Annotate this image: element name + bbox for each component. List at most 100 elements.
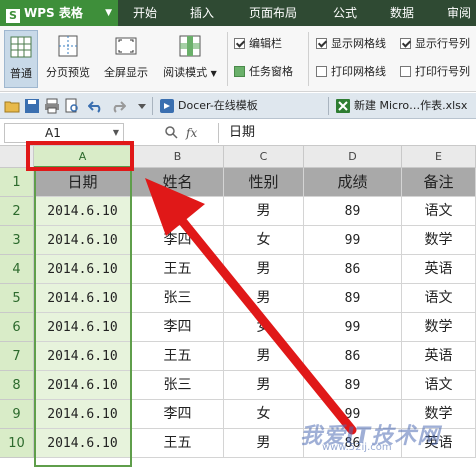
table-cell[interactable]: 语文 bbox=[402, 284, 476, 313]
formula-input[interactable]: 日期 bbox=[218, 123, 476, 143]
table-cell[interactable]: 2014.6.10 bbox=[34, 284, 132, 313]
column-header-d[interactable]: D bbox=[304, 146, 402, 168]
table-cell[interactable]: 李四 bbox=[132, 400, 224, 429]
table-cell[interactable]: 2014.6.10 bbox=[34, 429, 132, 458]
menu-page-layout[interactable]: 页面布局 bbox=[249, 0, 297, 26]
header-cell[interactable]: 日期 bbox=[34, 168, 132, 197]
menu-data[interactable]: 数据 bbox=[390, 0, 414, 26]
undo-icon[interactable] bbox=[87, 98, 104, 114]
formula-bar-checkbox[interactable]: 编辑栏 bbox=[234, 36, 282, 52]
table-cell[interactable]: 89 bbox=[304, 197, 402, 226]
table-cell[interactable]: 男 bbox=[224, 197, 304, 226]
table-cell[interactable]: 89 bbox=[304, 371, 402, 400]
tab-docer-templates[interactable]: Docer-在线模板 bbox=[156, 95, 326, 117]
print-row-col-headers-checkbox[interactable]: 打印行号列 bbox=[400, 64, 476, 80]
row-header[interactable]: 7 bbox=[0, 342, 34, 371]
ribbon-divider bbox=[227, 32, 228, 86]
table-cell[interactable]: 男 bbox=[224, 255, 304, 284]
menu-formula[interactable]: 公式 bbox=[333, 0, 357, 26]
table-cell[interactable]: 张三 bbox=[132, 197, 224, 226]
header-cell[interactable]: 姓名 bbox=[132, 168, 224, 197]
reading-mode-button[interactable]: 阅读模式 ▼ bbox=[158, 30, 222, 88]
menu-insert[interactable]: 插入 bbox=[190, 0, 214, 26]
column-header-e[interactable]: E bbox=[402, 146, 476, 168]
insert-function-button[interactable]: fx bbox=[186, 124, 208, 142]
table-cell[interactable]: 李四 bbox=[132, 226, 224, 255]
table-cell[interactable]: 99 bbox=[304, 313, 402, 342]
table-cell[interactable]: 男 bbox=[224, 284, 304, 313]
fullscreen-icon bbox=[114, 34, 138, 58]
table-cell[interactable]: 男 bbox=[224, 371, 304, 400]
table-cell[interactable]: 女 bbox=[224, 313, 304, 342]
page-break-preview-button[interactable]: 分页预览 bbox=[42, 30, 94, 88]
page-preview-icon bbox=[56, 34, 80, 58]
folder-icon[interactable] bbox=[4, 98, 20, 114]
row-header[interactable]: 1 bbox=[0, 168, 34, 197]
table-cell[interactable]: 男 bbox=[224, 342, 304, 371]
header-cell[interactable]: 成绩 bbox=[304, 168, 402, 197]
row-header[interactable]: 6 bbox=[0, 313, 34, 342]
table-cell[interactable]: 王五 bbox=[132, 342, 224, 371]
table-cell[interactable]: 英语 bbox=[402, 255, 476, 284]
row-header[interactable]: 3 bbox=[0, 226, 34, 255]
table-cell[interactable]: 王五 bbox=[132, 429, 224, 458]
menu-review[interactable]: 审阅 bbox=[447, 0, 471, 26]
table-cell[interactable]: 数学 bbox=[402, 226, 476, 255]
table-cell[interactable]: 2014.6.10 bbox=[34, 226, 132, 255]
table-cell[interactable]: 语文 bbox=[402, 371, 476, 400]
table-cell[interactable]: 男 bbox=[224, 429, 304, 458]
row-header[interactable]: 2 bbox=[0, 197, 34, 226]
show-gridlines-checkbox[interactable]: 显示网格线 bbox=[316, 36, 386, 52]
checkbox-unchecked-icon bbox=[316, 66, 327, 77]
print-gridlines-checkbox[interactable]: 打印网格线 bbox=[316, 64, 386, 80]
save-icon[interactable] bbox=[24, 98, 40, 114]
row-header[interactable]: 10 bbox=[0, 429, 34, 458]
row-header[interactable]: 8 bbox=[0, 371, 34, 400]
checkbox-checked-icon bbox=[400, 38, 411, 49]
table-cell[interactable]: 2014.6.10 bbox=[34, 342, 132, 371]
task-pane-checkbox[interactable]: 任务窗格 bbox=[234, 64, 293, 80]
table-cell[interactable]: 2014.6.10 bbox=[34, 400, 132, 429]
print-icon[interactable] bbox=[44, 98, 60, 114]
header-cell[interactable]: 性别 bbox=[224, 168, 304, 197]
redo-icon[interactable] bbox=[110, 98, 127, 114]
table-cell[interactable]: 2014.6.10 bbox=[34, 371, 132, 400]
table-cell[interactable]: 2014.6.10 bbox=[34, 313, 132, 342]
row-header[interactable]: 9 bbox=[0, 400, 34, 429]
table-cell[interactable]: 英语 bbox=[402, 342, 476, 371]
row-header[interactable]: 4 bbox=[0, 255, 34, 284]
toolbar-divider bbox=[152, 97, 153, 115]
table-cell[interactable]: 99 bbox=[304, 226, 402, 255]
table-cell[interactable]: 86 bbox=[304, 255, 402, 284]
table-cell[interactable]: 张三 bbox=[132, 371, 224, 400]
table-cell[interactable]: 女 bbox=[224, 400, 304, 429]
show-row-col-headers-checkbox[interactable]: 显示行号列 bbox=[400, 36, 476, 52]
table-cell[interactable]: 语文 bbox=[402, 197, 476, 226]
watermark-url: www.52ij.com bbox=[322, 442, 392, 453]
fullscreen-button[interactable]: 全屏显示 bbox=[100, 30, 152, 88]
table-cell[interactable]: 女 bbox=[224, 226, 304, 255]
tab-workbook[interactable]: 新建 Micro…作表.xlsx bbox=[332, 95, 476, 117]
table-cell[interactable]: 李四 bbox=[132, 313, 224, 342]
table-cell[interactable]: 86 bbox=[304, 342, 402, 371]
checkbox-checked-icon bbox=[234, 38, 245, 49]
table-cell[interactable]: 2014.6.10 bbox=[34, 197, 132, 226]
header-cell[interactable]: 备注 bbox=[402, 168, 476, 197]
search-icon[interactable] bbox=[164, 125, 178, 139]
column-header-b[interactable]: B bbox=[132, 146, 224, 168]
app-menu-button[interactable]: S WPS 表格 ▼ bbox=[0, 0, 118, 26]
table-cell[interactable]: 张三 bbox=[132, 284, 224, 313]
menu-home[interactable]: 开始 bbox=[133, 0, 157, 26]
normal-view-button[interactable]: 普通 bbox=[4, 30, 38, 88]
callout-highlight-box bbox=[26, 141, 134, 171]
table-cell[interactable]: 89 bbox=[304, 284, 402, 313]
tab-workbook-label: 新建 Micro…作表.xlsx bbox=[354, 99, 468, 112]
print-preview-icon[interactable] bbox=[64, 98, 80, 114]
table-cell[interactable]: 2014.6.10 bbox=[34, 255, 132, 284]
customize-dropdown-icon[interactable] bbox=[134, 98, 150, 114]
table-cell[interactable]: 数学 bbox=[402, 313, 476, 342]
name-box[interactable]: A1 ▼ bbox=[4, 123, 124, 143]
table-cell[interactable]: 王五 bbox=[132, 255, 224, 284]
column-header-c[interactable]: C bbox=[224, 146, 304, 168]
row-header[interactable]: 5 bbox=[0, 284, 34, 313]
